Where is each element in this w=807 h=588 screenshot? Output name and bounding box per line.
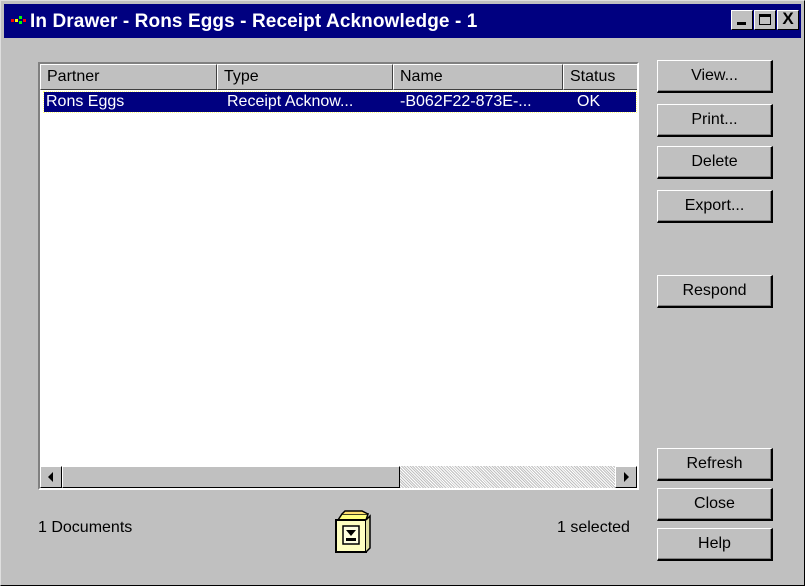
refresh-button[interactable]: Refresh — [657, 448, 773, 481]
column-header-name[interactable]: Name — [393, 64, 563, 90]
document-count: 1 Documents — [38, 519, 133, 536]
list-header: Partner Type Name Status — [40, 64, 637, 90]
selection-count: 1 selected — [557, 519, 630, 536]
arrow-right-icon — [624, 472, 629, 482]
window-title: In Drawer - Rons Eggs - Receipt Acknowle… — [30, 11, 478, 32]
scroll-right-button[interactable] — [615, 466, 637, 488]
in-drawer-window: In Drawer - Rons Eggs - Receipt Acknowle… — [0, 0, 805, 586]
maximize-icon — [759, 14, 771, 25]
column-header-partner[interactable]: Partner — [40, 64, 217, 90]
document-list[interactable]: Partner Type Name Status Rons Eggs Recei… — [38, 62, 639, 490]
cell-name: -B062F22-873E-... — [400, 93, 532, 110]
cell-partner: Rons Eggs — [46, 93, 125, 110]
scroll-track[interactable] — [62, 466, 615, 488]
horizontal-scrollbar[interactable] — [40, 466, 637, 488]
minimize-button[interactable] — [731, 10, 753, 30]
scroll-left-button[interactable] — [40, 466, 62, 488]
print-button[interactable]: Print... — [657, 104, 773, 137]
view-button[interactable]: View... — [657, 60, 773, 93]
export-button[interactable]: Export... — [657, 190, 773, 223]
arrow-left-icon — [48, 472, 53, 482]
scroll-thumb[interactable] — [62, 466, 400, 488]
title-bar[interactable]: In Drawer - Rons Eggs - Receipt Acknowle… — [4, 4, 801, 38]
delete-button[interactable]: Delete — [657, 146, 773, 179]
list-item[interactable]: Rons Eggs Receipt Acknow... -B062F22-873… — [43, 91, 637, 113]
close-window-button[interactable]: X — [777, 9, 799, 30]
column-header-status[interactable]: Status — [563, 64, 637, 90]
close-icon: X — [782, 9, 794, 28]
minimize-icon — [737, 22, 746, 25]
maximize-button[interactable] — [754, 10, 776, 30]
app-icon — [11, 16, 26, 24]
cell-status: OK — [577, 93, 601, 110]
close-button[interactable]: Close — [657, 488, 773, 521]
respond-button[interactable]: Respond — [657, 275, 773, 308]
cell-type: Receipt Acknow... — [227, 93, 354, 110]
help-button[interactable]: Help — [657, 528, 773, 561]
column-header-type[interactable]: Type — [217, 64, 393, 90]
file-cabinet-icon — [335, 510, 371, 553]
